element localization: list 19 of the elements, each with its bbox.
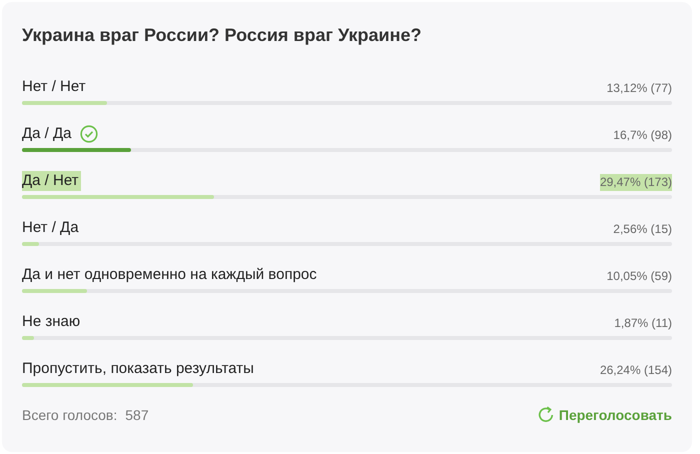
option-label: Не знаю	[22, 312, 82, 332]
option-result: 26,24% (154)	[600, 362, 672, 379]
option-result: 29,47% (173)	[600, 174, 672, 191]
option-label: Пропустить, показать результаты	[22, 359, 255, 379]
refresh-icon	[538, 406, 554, 423]
revote-button[interactable]: Переголосовать	[538, 406, 672, 423]
option-result: 2,56% (15)	[613, 221, 672, 238]
option-result: 13,12% (77)	[606, 80, 672, 97]
total-votes-label: Всего голосов:	[22, 406, 118, 422]
total-votes-value: 587	[125, 406, 149, 422]
option-result: 16,7% (98)	[613, 127, 672, 144]
option-label: Нет / Нет	[22, 77, 87, 97]
option-label: Да и нет одновременно на каждый вопрос	[22, 265, 318, 285]
option-result: 1,87% (11)	[614, 315, 672, 332]
option-label: Нет / Да	[22, 218, 80, 238]
option-label: Да / Нет	[22, 171, 81, 191]
poll-question: Украина враг России? Россия враг Украине?	[22, 24, 422, 47]
option-result: 10,05% (59)	[606, 268, 672, 285]
option-label: Да / Да	[22, 124, 73, 144]
